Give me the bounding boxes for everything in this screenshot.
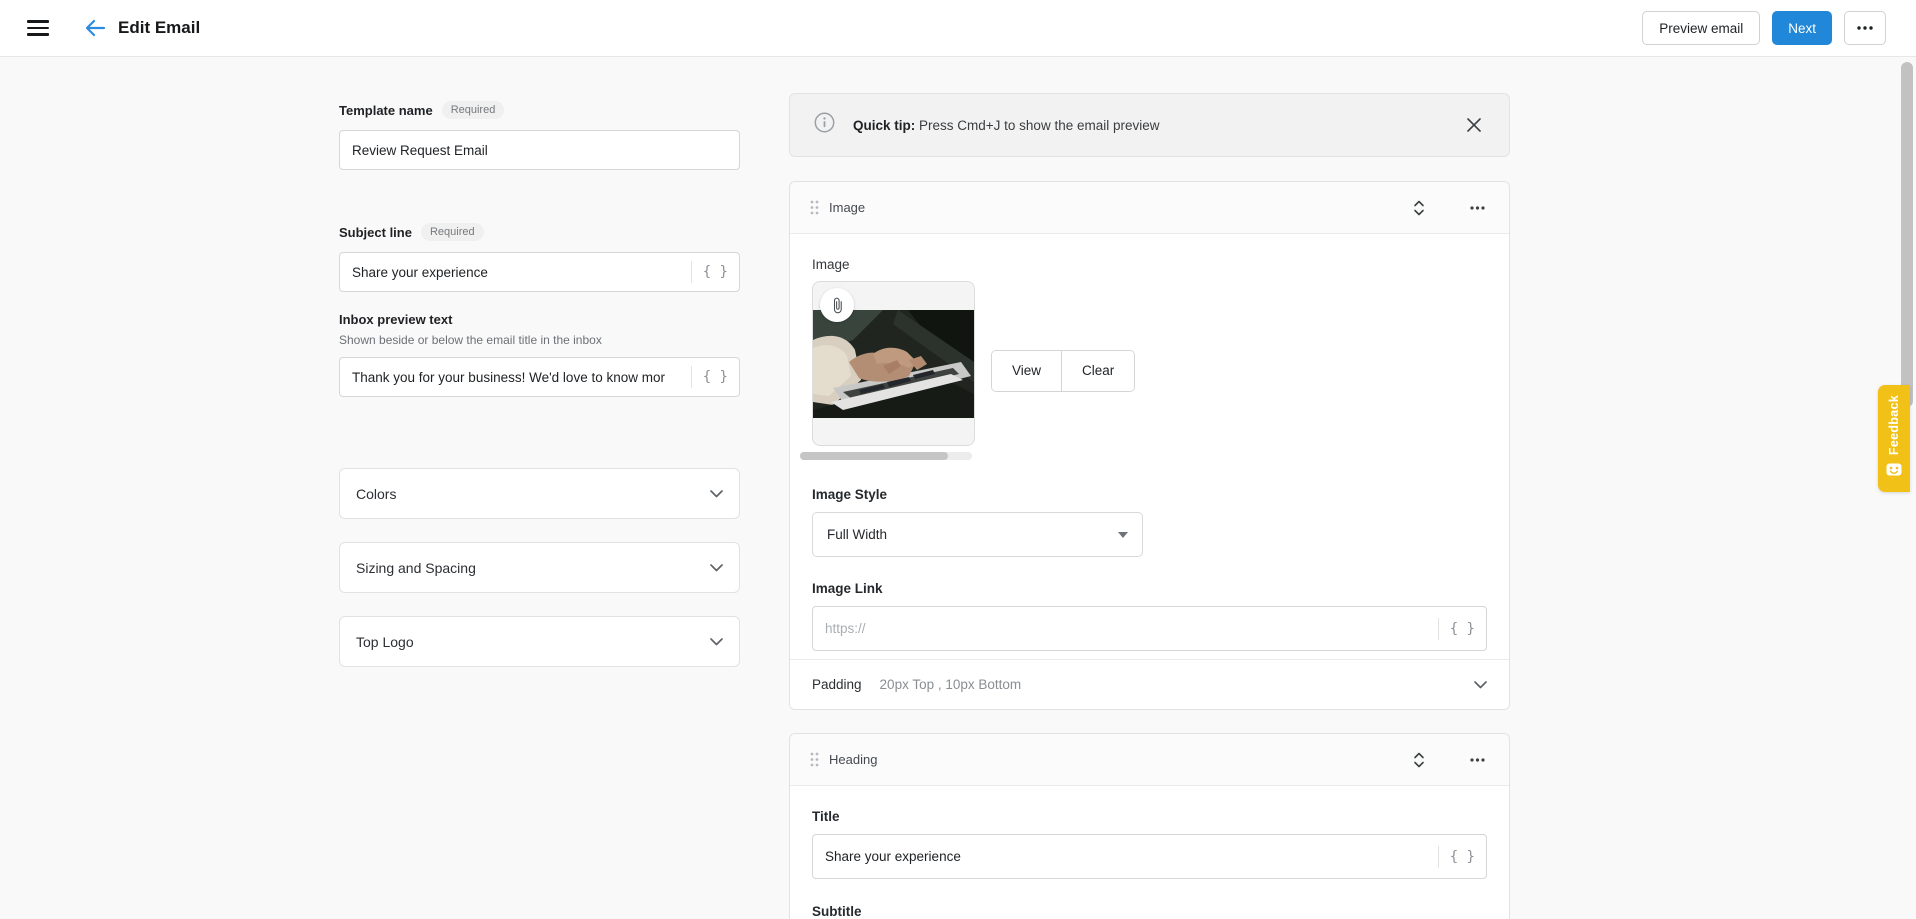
block-menu-icon[interactable] (1465, 748, 1489, 772)
image-style-value: Full Width (827, 527, 888, 542)
quick-tip-banner: Quick tip: Press Cmd+J to show the email… (789, 93, 1510, 157)
preview-email-button[interactable]: Preview email (1642, 11, 1761, 45)
heading-block-body: Title { } Subtitle (790, 786, 1509, 919)
clear-image-button[interactable]: Clear (1061, 350, 1135, 391)
dropdown-caret-icon (1118, 531, 1128, 538)
quick-tip-text: Quick tip: Press Cmd+J to show the email… (853, 117, 1160, 133)
top-bar: Edit Email Preview email Next (0, 0, 1916, 57)
inbox-preview-input[interactable] (340, 358, 691, 396)
template-name-input[interactable] (340, 131, 739, 169)
required-badge: Required (420, 223, 484, 241)
image-block-card: Image Image View Clear Image Style Full … (789, 181, 1510, 710)
chevron-down-icon (710, 633, 723, 651)
top-logo-accordion-label: Top Logo (356, 633, 414, 650)
heading-block-card: Heading Title { } Subtitle (789, 733, 1510, 919)
feedback-tab[interactable]: Feedback (1878, 385, 1910, 492)
image-block-body: Image View Clear Image Style Full Width … (790, 234, 1509, 651)
colors-accordion-label: Colors (356, 485, 397, 502)
edit-email-page: Edit Email Preview email Next Template n… (0, 0, 1916, 919)
padding-label: Padding (812, 677, 862, 692)
vertical-scrollbar-thumb[interactable] (1901, 62, 1913, 407)
heading-title-input[interactable] (813, 835, 1438, 878)
top-logo-accordion[interactable]: Top Logo (339, 616, 740, 667)
heading-block-header[interactable]: Heading (790, 734, 1509, 786)
image-upload-area (800, 281, 975, 460)
insert-variable-icon[interactable]: { } (1439, 849, 1486, 865)
collapse-expand-icon[interactable] (1407, 196, 1431, 220)
image-block-header[interactable]: Image (790, 182, 1509, 234)
subject-line-field: Subject line Required { } (339, 223, 740, 292)
image-link-label: Image Link (812, 581, 883, 596)
image-thumbnail-box[interactable] (812, 281, 975, 446)
attachment-icon[interactable] (820, 288, 854, 322)
smiley-icon (1886, 463, 1902, 482)
insert-variable-icon[interactable]: { } (1439, 621, 1486, 637)
drag-handle-icon[interactable] (810, 200, 819, 215)
next-button[interactable]: Next (1772, 11, 1832, 45)
subject-line-input[interactable] (340, 253, 691, 291)
chevron-down-icon (1474, 676, 1487, 694)
colors-accordion[interactable]: Colors (339, 468, 740, 519)
more-options-button[interactable] (1844, 11, 1886, 45)
subject-line-label: Subject line (339, 224, 412, 240)
image-field-label: Image (812, 257, 850, 272)
heading-block-title: Heading (829, 752, 878, 767)
sizing-spacing-accordion-label: Sizing and Spacing (356, 559, 476, 576)
page-title: Edit Email (118, 18, 201, 37)
block-menu-icon[interactable] (1465, 196, 1489, 220)
title-label: Title (812, 809, 840, 824)
info-icon (814, 112, 835, 138)
image-actions: View Clear (991, 349, 1136, 392)
uploaded-image-preview (813, 310, 974, 418)
inbox-preview-help: Shown beside or below the email title in… (339, 333, 602, 347)
insert-variable-icon[interactable]: { } (692, 264, 739, 280)
view-image-button[interactable]: View (992, 350, 1062, 391)
inbox-preview-label: Inbox preview text (339, 312, 453, 327)
template-name-field: Template name Required (339, 101, 740, 170)
chevron-down-icon (710, 559, 723, 577)
drag-handle-icon[interactable] (810, 752, 819, 767)
collapse-expand-icon[interactable] (1407, 748, 1431, 772)
close-icon[interactable] (1463, 114, 1485, 136)
image-block-title: Image (829, 200, 866, 215)
template-name-label: Template name (339, 102, 433, 118)
topbar-actions: Preview email Next (1642, 11, 1886, 45)
hamburger-menu-icon[interactable] (27, 20, 49, 36)
subtitle-label: Subtitle (812, 904, 862, 919)
image-link-input[interactable] (813, 607, 1438, 650)
padding-value: 20px Top , 10px Bottom (879, 677, 1022, 692)
image-style-label: Image Style (812, 487, 888, 502)
horizontal-scrollbar-thumb[interactable] (800, 452, 948, 460)
horizontal-scrollbar (800, 452, 972, 460)
image-style-dropdown[interactable]: Full Width (812, 512, 1143, 557)
required-badge: Required (441, 101, 505, 119)
back-arrow-icon[interactable] (82, 15, 108, 41)
sizing-spacing-accordion[interactable]: Sizing and Spacing (339, 542, 740, 593)
insert-variable-icon[interactable]: { } (692, 369, 739, 385)
padding-settings-row[interactable]: Padding 20px Top , 10px Bottom (790, 659, 1509, 709)
feedback-tab-label: Feedback (1887, 394, 1901, 456)
chevron-down-icon (710, 485, 723, 503)
inbox-preview-field: Inbox preview text Shown beside or below… (339, 312, 740, 397)
